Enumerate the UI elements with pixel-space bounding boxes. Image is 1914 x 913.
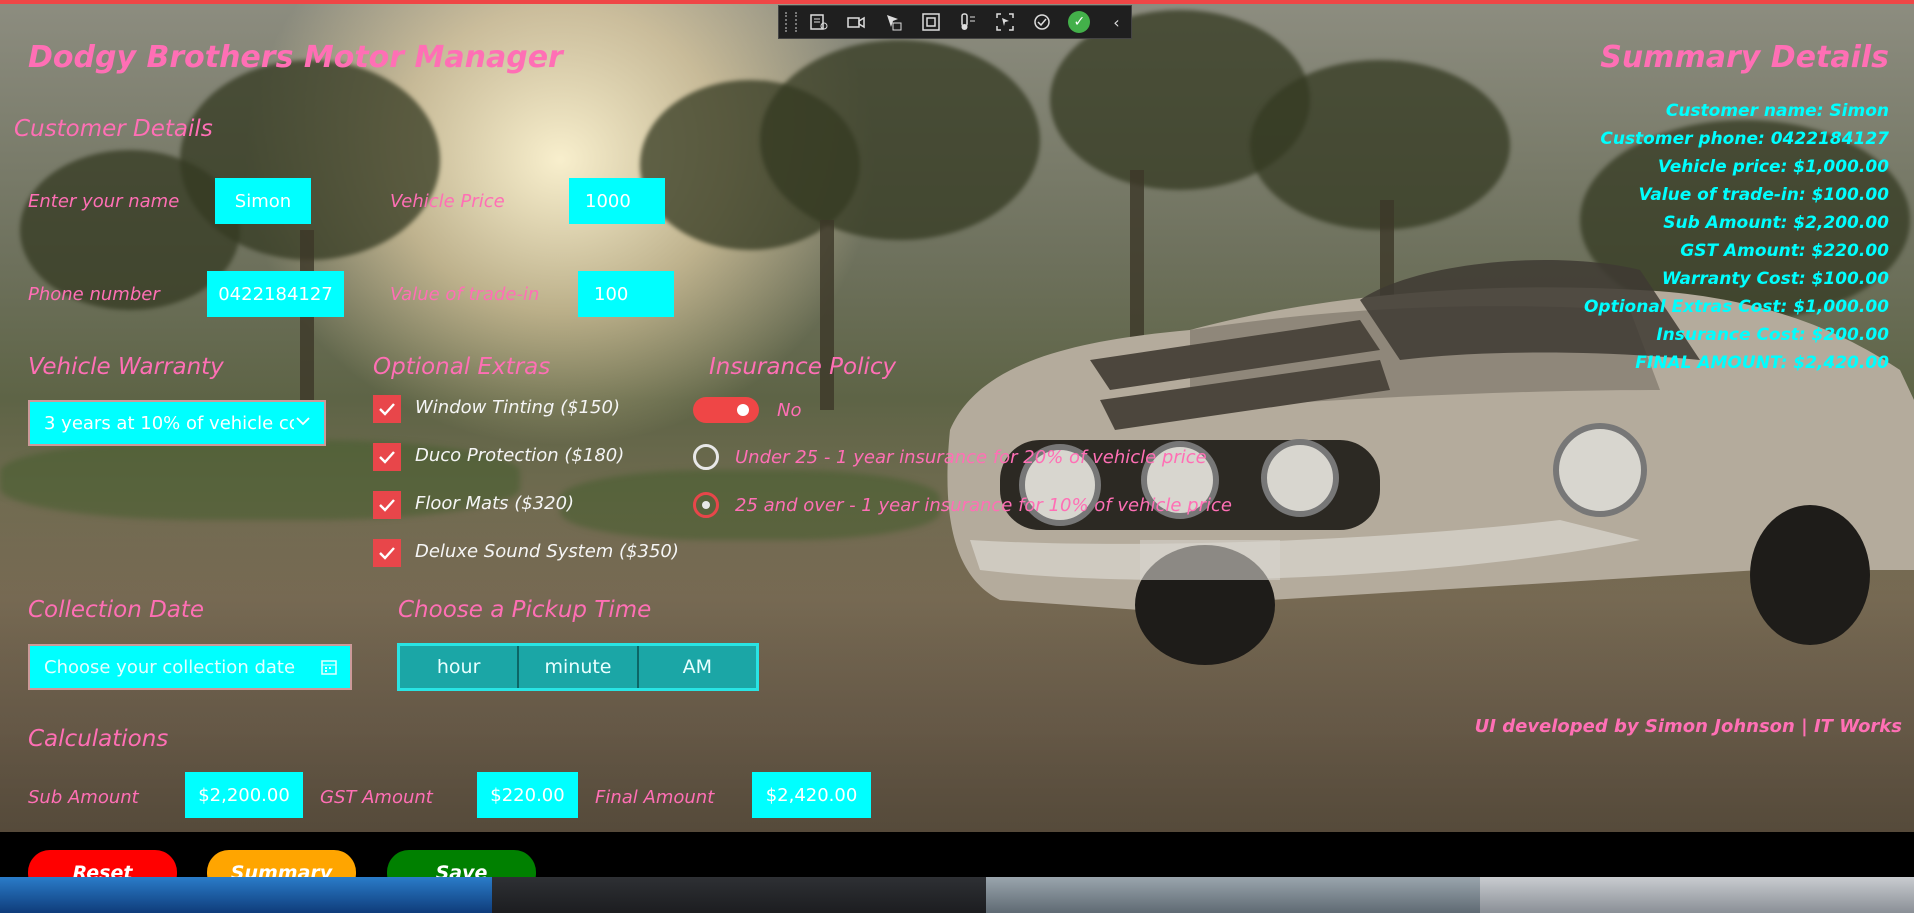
calendar-icon [320, 658, 338, 681]
grip-handle-icon[interactable] [785, 12, 797, 32]
gst-amount-label: GST Amount [320, 787, 433, 808]
vehicle-price-field[interactable]: 1000 [569, 178, 665, 224]
extra-label: Duco Protection ($180) [415, 445, 625, 466]
hour-segment[interactable]: hour [400, 646, 520, 688]
extra-label: Deluxe Sound System ($350) [415, 541, 679, 562]
final-amount-value: $2,420.00 [752, 772, 871, 818]
thermometer-icon[interactable] [953, 9, 982, 35]
insurance-toggle-label: No [777, 400, 802, 421]
checkmark-icon [379, 499, 395, 512]
checkbox-window-tinting[interactable] [373, 395, 401, 423]
sub-amount-value: $2,200.00 [185, 772, 303, 818]
toggle-knob [737, 404, 749, 416]
phone-label: Phone number [28, 284, 160, 305]
summary-line: Vehicle price: $1,000.00 [1657, 157, 1889, 177]
pickup-time-heading: Choose a Pickup Time [398, 597, 652, 623]
hot-reload-icon[interactable] [1028, 9, 1057, 35]
name-field[interactable]: Simon [215, 178, 311, 224]
summary-heading: Summary Details [1600, 40, 1889, 75]
trade-in-label: Value of trade-in [390, 284, 540, 305]
insurance-toggle[interactable] [693, 397, 759, 423]
summary-line: Customer name: Simon [1665, 101, 1889, 121]
thumbnail-image[interactable] [1480, 877, 1914, 913]
thumbnail-image[interactable] [0, 877, 492, 913]
period-segment[interactable]: AM [639, 646, 756, 688]
extra-label: Floor Mats ($320) [415, 493, 575, 514]
summary-line: Insurance Cost: $200.00 [1656, 325, 1889, 345]
thumbnail-image[interactable] [492, 877, 986, 913]
warranty-heading: Vehicle Warranty [28, 354, 224, 380]
gst-amount-value: $220.00 [477, 772, 578, 818]
summary-line: Sub Amount: $2,200.00 [1663, 213, 1889, 233]
checkmark-icon [379, 547, 395, 560]
summary-line: FINAL AMOUNT: $2,420.00 [1635, 353, 1889, 373]
checkmark-icon [379, 451, 395, 464]
insurance-option-label: Under 25 - 1 year insurance for 20% of v… [735, 447, 1207, 468]
live-visual-tree-icon[interactable] [805, 9, 834, 35]
trade-in-field[interactable]: 100 [578, 271, 674, 317]
warranty-selected-value: 3 years at 10% of vehicle cost [44, 412, 294, 434]
sub-amount-label: Sub Amount [28, 787, 139, 808]
thumbnail-image[interactable] [986, 877, 1480, 913]
status-check-icon[interactable]: ✓ [1065, 9, 1094, 35]
debug-toolbar: ✓ ‹ [778, 5, 1132, 39]
warranty-select[interactable]: 3 years at 10% of vehicle cost [28, 400, 326, 446]
radio-under-25[interactable] [693, 444, 719, 470]
minute-segment[interactable]: minute [519, 646, 639, 688]
final-amount-label: Final Amount [595, 787, 715, 808]
collection-date-picker[interactable]: Choose your collection date [28, 644, 352, 690]
summary-line: Warranty Cost: $100.00 [1661, 269, 1889, 289]
layout-adorner-icon[interactable] [916, 9, 945, 35]
phone-field[interactable]: 0422184127 [207, 271, 344, 317]
checkbox-duco-protection[interactable] [373, 443, 401, 471]
thumbnail-strip [0, 877, 1914, 913]
top-accent-bar [0, 0, 1914, 4]
collection-date-heading: Collection Date [28, 597, 205, 623]
date-placeholder: Choose your collection date [44, 656, 296, 678]
radio-25-and-over[interactable] [693, 492, 719, 518]
checkbox-deluxe-sound[interactable] [373, 539, 401, 567]
summary-line: Value of trade-in: $100.00 [1638, 185, 1890, 205]
summary-line: Optional Extras Cost: $1,000.00 [1583, 297, 1889, 317]
name-label: Enter your name [28, 191, 180, 212]
vehicle-price-label: Vehicle Price [390, 191, 505, 212]
insurance-heading: Insurance Policy [709, 354, 897, 380]
pickup-time-picker[interactable]: hour minute AM [397, 643, 759, 691]
chevron-down-icon [294, 412, 312, 435]
video-camera-icon[interactable] [842, 9, 871, 35]
app-title: Dodgy Brothers Motor Manager [28, 40, 563, 75]
extra-label: Window Tinting ($150) [415, 397, 620, 418]
summary-line: Customer phone: 0422184127 [1600, 129, 1889, 149]
screen-select-icon[interactable] [990, 9, 1019, 35]
customer-details-heading: Customer Details [14, 116, 213, 142]
insurance-option-label: 25 and over - 1 year insurance for 10% o… [735, 495, 1232, 516]
optional-extras-heading: Optional Extras [373, 354, 551, 380]
checkbox-floor-mats[interactable] [373, 491, 401, 519]
collapse-chevron-icon[interactable]: ‹ [1102, 9, 1131, 35]
checkmark-icon [379, 403, 395, 416]
summary-line: GST Amount: $220.00 [1680, 241, 1889, 261]
select-element-icon[interactable] [879, 9, 908, 35]
calculations-heading: Calculations [28, 726, 169, 752]
developer-credit: UI developed by Simon Johnson | IT Works [1474, 716, 1902, 737]
